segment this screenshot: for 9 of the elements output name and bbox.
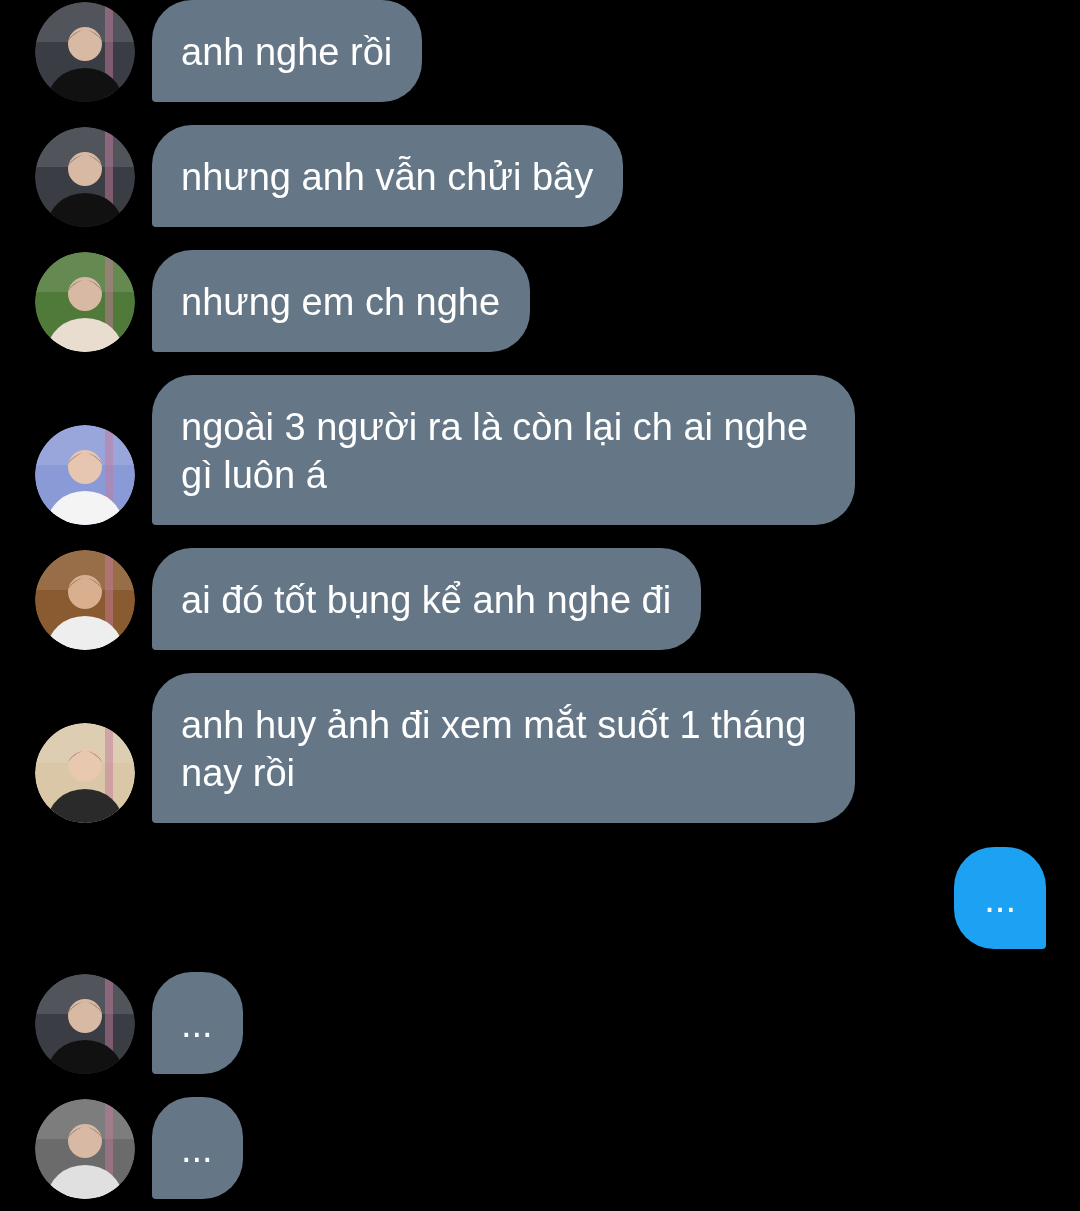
message-bubble: ... [152,1097,243,1199]
message-bubble: ngoài 3 người ra là còn lại ch ai nghe gì luôn á [152,375,855,525]
message-bubble: anh nghe rồi [152,0,423,102]
message-bubble: ai đó tốt bụng kể anh nghe đi [152,548,702,650]
message-bubble: ... [152,972,243,1074]
message-bubble: nhưng anh vẫn chửi bây [152,125,624,227]
message-bubble: nhưng em ch nghe [152,250,531,352]
message-bubble: anh huy ảnh đi xem mắt suốt 1 tháng nay rồi [152,673,855,823]
message-bubble: ... [954,847,1046,949]
